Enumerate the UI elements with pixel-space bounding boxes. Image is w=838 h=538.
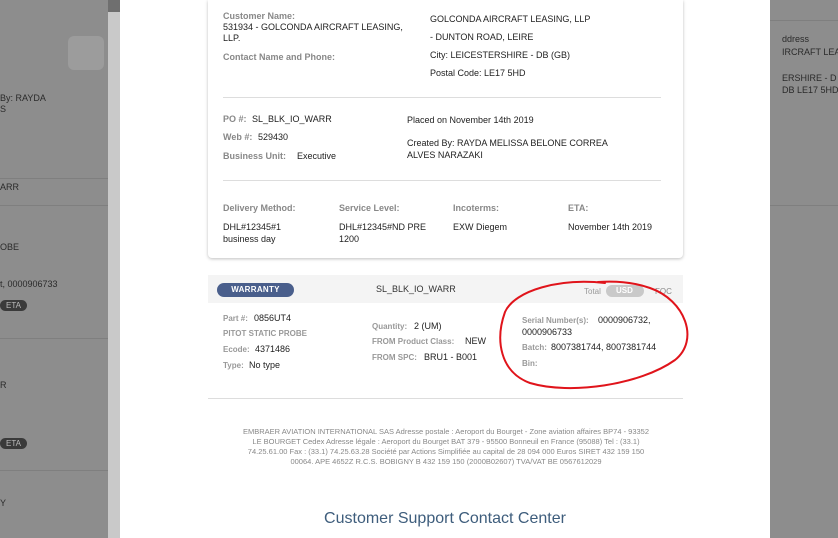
type-value: No type [249,360,281,370]
web-value: 529430 [258,132,289,142]
part-value: 0856UT4 [254,313,292,323]
background-text: ARR [0,182,20,192]
batch-value: 8007381744, 8007381744 [551,342,657,352]
ship-to-line: GOLCONDA AIRCRAFT LEASING, LLP [430,14,591,24]
eta-value: November 14th 2019 [568,222,653,232]
serial-value: 0000906733 [522,327,573,337]
delivery-method-value: business day [223,234,276,244]
warranty-line-item: WARRANTY SL_BLK_IO_WARR Total USD FOC Pa… [208,275,683,385]
background-icon [68,36,104,70]
service-level-value: DHL#12345#ND PRE [339,222,427,232]
part-label: Part #: [223,314,248,323]
line-item-header: WARRANTY SL_BLK_IO_WARR Total USD FOC [208,275,683,303]
legal-line: 00064. APE 4652Z R.C.S. BOBIGNY B 432 15… [290,457,602,466]
background-left-column: By: RAYDA S ARR OBE t, 0000906733 ETA R … [0,0,108,538]
background-right-column: ddress IRCRAFT LEASIN ERSHIRE - D DB LE1… [770,0,838,538]
po-label: PO #: [223,114,247,124]
delivery-method-value: DHL#12345#1 [223,222,282,232]
legal-line: 74.25.61.00 Fax : (33.1) 74.25.63.28 Soc… [247,447,645,456]
currency-usd[interactable]: USD [616,286,633,295]
divider [223,180,661,181]
spc-value: BRU1 - B001 [424,352,478,362]
serial-value: 0000906732, [598,315,651,325]
ship-to-line: Postal Code: LE17 5HD [430,68,526,78]
eta-badge: ETA [0,300,27,311]
order-info-card: Customer Name: 531934 - GOLCONDA AIRCRAF… [208,0,683,258]
legal-footer: EMBRAER AVIATION INTERNATIONAL SAS Adres… [200,427,692,467]
placed-date: Placed on November 14th 2019 [407,115,534,125]
order-detail-modal: Customer Name: 531934 - GOLCONDA AIRCRAF… [120,0,770,538]
po-value: SL_BLK_IO_WARR [252,114,332,124]
service-level-label: Service Level: [339,203,400,213]
divider [0,470,108,471]
background-text: R [0,380,7,390]
delivery-method-label: Delivery Method: [223,203,296,213]
business-unit-label: Business Unit: [223,151,287,161]
web-label: Web #: [223,132,253,142]
ecode-label: Ecode: [223,345,250,354]
divider [0,205,108,206]
incoterms-label: Incoterms: [453,203,500,213]
divider [208,398,683,399]
total-label: Total [584,287,601,296]
divider [770,205,838,206]
background-text: S [0,104,7,114]
quantity-label: Quantity: [372,322,408,331]
created-by: ALVES NARAZAKI [407,150,483,160]
customer-name-label: Customer Name: [223,11,296,21]
legal-line: EMBRAER AVIATION INTERNATIONAL SAS Adres… [242,427,650,436]
customer-name-value: LLP. [223,33,241,43]
customer-name-value: 531934 - GOLCONDA AIRCRAFT LEASING, [223,22,403,32]
line-item-code: SL_BLK_IO_WARR [376,284,456,294]
serial-label: Serial Number(s): [522,316,589,325]
background-text: t, 0000906733 [0,279,58,289]
part-description: PITOT STATIC PROBE [223,329,308,338]
background-text: OBE [0,242,20,252]
incoterms-value: EXW Diegem [453,222,508,232]
divider [770,20,838,21]
background-text: ERSHIRE - D [782,73,837,83]
quantity-value: 2 (UM) [414,321,442,331]
background-text: Y [0,498,7,508]
eta-label: ETA: [568,203,589,213]
background-text: DB LE17 5HD [782,85,838,95]
created-by: Created By: RAYDA MELISSA BELONE CORREA [407,138,608,148]
divider [0,178,108,179]
legal-line: LE BOURGET Cedex Adresse légale : Aeropo… [252,437,640,446]
background-text: By: RAYDA [0,93,46,103]
product-class-label: FROM Product Class: [372,337,455,346]
ship-to-line: City: LEICESTERSHIRE - DB (GB) [430,50,571,60]
currency-foc[interactable]: FOC [655,287,672,296]
eta-badge: ETA [0,438,27,449]
warranty-badge: WARRANTY [217,283,294,297]
background-text: IRCRAFT LEASIN [782,47,838,57]
bin-label: Bin: [522,359,538,368]
divider [223,97,661,98]
divider [0,338,108,339]
ship-to-line: - DUNTON ROAD, LEIRE [430,32,534,42]
type-label: Type: [223,361,244,370]
support-title: Customer Support Contact Center [324,510,566,527]
ecode-value: 4371486 [255,344,291,354]
product-class-value: NEW [465,336,486,346]
contact-label: Contact Name and Phone: [223,52,336,62]
business-unit-value: Executive [297,151,337,161]
background-text: ddress [782,34,810,44]
spc-label: FROM SPC: [372,353,417,362]
service-level-value: 1200 [339,234,360,244]
batch-label: Batch: [522,343,547,352]
